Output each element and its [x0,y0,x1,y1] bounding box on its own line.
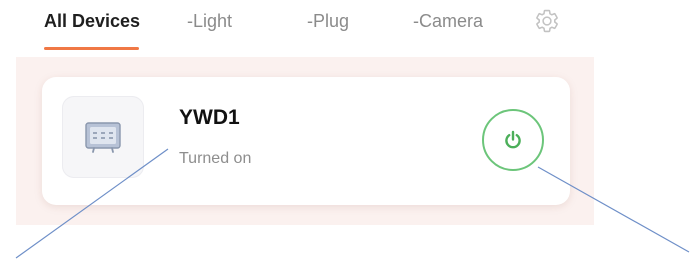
category-tab-bar: All Devices -Light -Plug -Camera [0,0,693,52]
active-tab-indicator [44,47,139,50]
tab-camera[interactable]: -Camera [413,9,483,33]
gear-icon[interactable] [534,8,560,34]
device-card[interactable]: YWD1 Turned on [42,77,570,205]
device-list-screen: All Devices -Light -Plug -Camera YWD1 Tu… [0,0,693,263]
power-toggle-button[interactable] [482,109,544,171]
power-icon [505,130,521,149]
device-panel-icon [85,122,121,153]
device-status: Turned on [179,150,252,167]
tab-light[interactable]: -Light [187,9,232,33]
device-name: YWD1 [179,106,240,129]
tab-all-devices[interactable]: All Devices [44,9,140,33]
device-thumbnail [62,96,144,178]
tab-plug[interactable]: -Plug [307,9,349,33]
